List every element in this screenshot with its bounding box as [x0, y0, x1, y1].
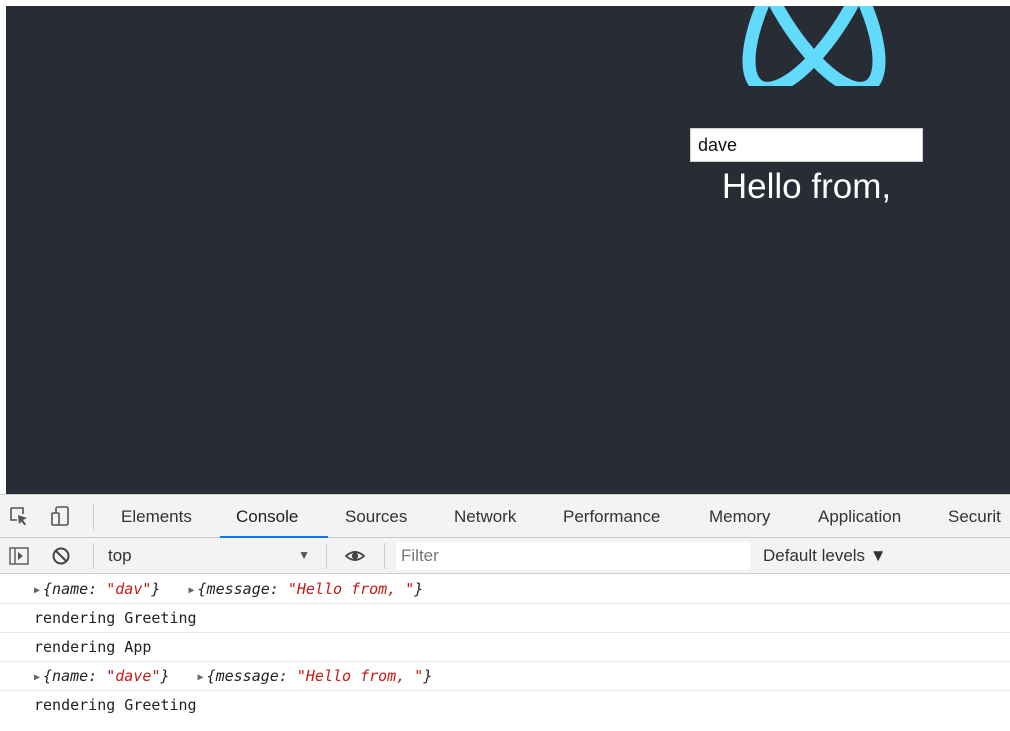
- devtools-tab-bar: Elements Console Sources Network Perform…: [0, 494, 1010, 538]
- tab-sources[interactable]: Sources: [345, 495, 407, 538]
- context-selector[interactable]: top ▼: [96, 538, 318, 573]
- object-close: }: [423, 667, 433, 685]
- object-key: {message:: [197, 580, 288, 598]
- toolbar-divider: [93, 543, 94, 569]
- tab-security[interactable]: Securit: [948, 495, 1010, 538]
- object-close: }: [160, 667, 170, 685]
- toolbar-divider: [93, 504, 94, 530]
- expand-triangle-icon[interactable]: ▶: [198, 663, 204, 692]
- console-toolbar: top ▼ Default levels ▼: [0, 538, 1010, 574]
- sidebar-toggle-icon[interactable]: [8, 545, 30, 567]
- tab-memory[interactable]: Memory: [709, 495, 770, 538]
- object-preview[interactable]: ▶ {message: "Hello from, "}: [198, 667, 433, 685]
- tab-application[interactable]: Application: [818, 495, 901, 538]
- app-viewport: Hello from,: [6, 6, 1010, 494]
- name-input[interactable]: [690, 128, 923, 162]
- console-message[interactable]: ▶ {name: "dave"} ▶ {message: "Hello from, …: [0, 662, 1010, 691]
- dropdown-arrow-icon: ▼: [298, 548, 310, 562]
- object-preview[interactable]: ▶ {name: "dave"}: [34, 667, 179, 685]
- inspect-element-icon[interactable]: [8, 505, 30, 527]
- object-key: {name:: [43, 580, 107, 598]
- object-key: {name:: [43, 667, 107, 685]
- greeting-heading: Hello from,: [721, 167, 892, 206]
- object-preview[interactable]: ▶ {message: "Hello from, "}: [189, 580, 424, 598]
- tab-network[interactable]: Network: [454, 495, 516, 538]
- console-message: rendering Greeting: [0, 604, 1010, 633]
- tab-performance[interactable]: Performance: [563, 495, 660, 538]
- toolbar-divider: [384, 543, 385, 569]
- log-levels-dropdown[interactable]: Default levels ▼: [763, 538, 887, 573]
- object-close: }: [151, 580, 161, 598]
- object-value: "Hello from, ": [287, 580, 415, 598]
- object-value: "dave": [106, 667, 161, 685]
- device-toolbar-icon[interactable]: [50, 505, 72, 527]
- devtools-panel: Elements Console Sources Network Perform…: [0, 494, 1010, 731]
- console-messages: ▶ {name: "dav"} ▶ {message: "Hello from, "…: [0, 575, 1010, 731]
- object-preview[interactable]: ▶ {name: "dav"}: [34, 580, 169, 598]
- clear-console-icon[interactable]: [50, 545, 72, 567]
- tab-elements[interactable]: Elements: [121, 495, 192, 538]
- expand-triangle-icon[interactable]: ▶: [34, 576, 40, 605]
- console-message[interactable]: ▶ {name: "dav"} ▶ {message: "Hello from, "…: [0, 575, 1010, 604]
- context-value: top: [108, 546, 132, 565]
- expand-triangle-icon[interactable]: ▶: [34, 663, 40, 692]
- object-close: }: [414, 580, 424, 598]
- object-value: "dav": [106, 580, 152, 598]
- object-value: "Hello from, ": [296, 667, 424, 685]
- filter-input[interactable]: [396, 542, 750, 570]
- live-expression-eye-icon[interactable]: [344, 545, 366, 567]
- expand-triangle-icon[interactable]: ▶: [189, 576, 195, 605]
- object-key: {message:: [206, 667, 297, 685]
- react-logo: [742, 6, 886, 86]
- toolbar-divider: [326, 543, 327, 569]
- console-message: rendering App: [0, 633, 1010, 662]
- tab-console[interactable]: Console: [236, 495, 298, 538]
- console-message: rendering Greeting: [34, 696, 197, 714]
